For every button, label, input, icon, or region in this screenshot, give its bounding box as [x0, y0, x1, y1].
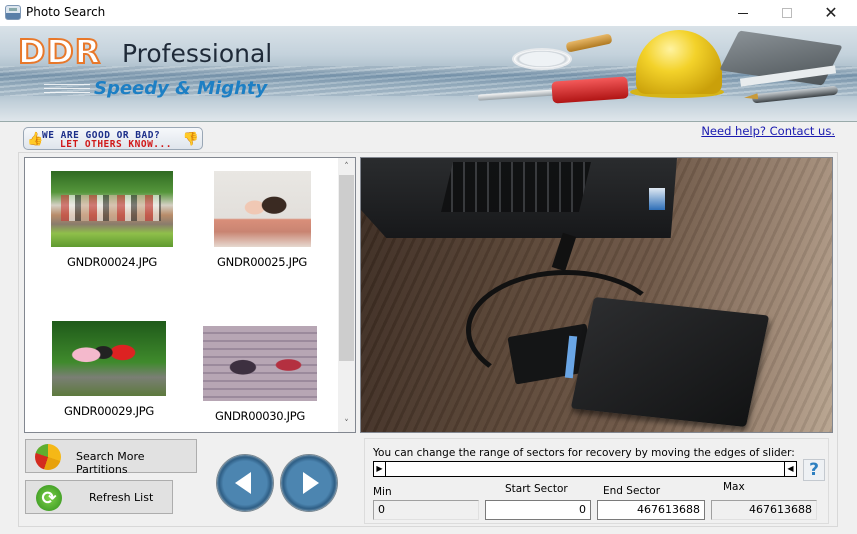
max-sector-field: 467613688	[711, 500, 817, 520]
question-mark-icon: ?	[809, 460, 819, 480]
magnifier-icon	[512, 48, 572, 70]
title-bar: Photo Search ✕	[0, 0, 857, 26]
main-panel: 👍 WE ARE GOOD OR BAD? LET OTHERS KNOW...…	[0, 122, 857, 534]
tagline: Speedy & Mighty	[94, 78, 268, 99]
header-banner: DDR Professional Speedy & Mighty	[0, 26, 857, 122]
feedback-line-2: LET OTHERS KNOW...	[60, 139, 172, 150]
minimize-button[interactable]	[720, 0, 766, 26]
refresh-list-label: Refresh List	[89, 491, 154, 504]
close-button[interactable]: ✕	[808, 0, 854, 26]
arrow-left-icon	[235, 472, 251, 494]
start-sector-label: Start Sector	[505, 483, 568, 495]
search-more-partitions-button[interactable]: Search More Partitions	[25, 439, 197, 476]
thumbnail-image	[213, 171, 311, 247]
thumbnail-image	[203, 326, 317, 401]
photo-preview	[360, 157, 833, 433]
tagline-speed-lines	[44, 84, 90, 94]
preview-keyboard	[441, 162, 591, 212]
search-more-partitions-label: Search More Partitions	[76, 450, 145, 476]
app-icon	[5, 5, 21, 20]
thumbnail-list[interactable]: GNDR00024.JPG GNDR00025.JPG GNDR00029.JP…	[24, 157, 356, 433]
refresh-list-button[interactable]: ⟳ Refresh List	[25, 480, 173, 514]
preview-sticker	[649, 188, 665, 210]
brand-logo: DDR	[17, 31, 102, 72]
thumbnail-image	[51, 171, 173, 247]
thumbnail-item[interactable]: GNDR00024.JPG	[42, 171, 182, 269]
sector-range-hint: You can change the range of sectors for …	[373, 447, 795, 459]
min-label: Min	[373, 486, 392, 498]
chevron-up-icon: ˄	[344, 161, 349, 172]
thumbnail-item[interactable]: GNDR00030.JPG	[190, 326, 330, 423]
feedback-button[interactable]: 👍 WE ARE GOOD OR BAD? LET OTHERS KNOW...…	[23, 127, 203, 150]
scroll-thumb[interactable]	[339, 175, 354, 361]
minimize-icon	[738, 12, 748, 14]
thumbnail-filename: GNDR00030.JPG	[215, 409, 305, 423]
thumbs-up-icon: 👍	[27, 131, 44, 146]
start-sector-input[interactable]: 0	[485, 500, 591, 520]
sector-range-group: You can change the range of sectors for …	[364, 438, 829, 524]
max-label: Max	[723, 481, 745, 493]
thumbnail-item[interactable]: GNDR00029.JPG	[39, 321, 179, 418]
thumbnail-image	[52, 321, 166, 396]
thumbnail-scrollbar[interactable]: ˄ ˅	[338, 158, 355, 432]
help-button[interactable]: ?	[803, 459, 825, 481]
arrow-right-icon	[303, 472, 319, 494]
preview-hard-drive	[570, 297, 770, 427]
product-name: Professional	[122, 39, 273, 68]
window-title: Photo Search	[26, 5, 106, 19]
chevron-down-icon: ˅	[344, 418, 349, 429]
hard-hat-icon	[636, 30, 722, 94]
previous-photo-button[interactable]	[217, 455, 273, 511]
end-sector-input[interactable]: 467613688	[597, 500, 705, 520]
thumbnail-item[interactable]: GNDR00025.JPG	[192, 171, 332, 269]
slider-start-handle[interactable]: ▶	[374, 462, 386, 476]
magnifier-handle-icon	[565, 33, 613, 53]
maximize-button[interactable]	[764, 0, 810, 26]
preview-laptop	[361, 158, 677, 238]
scroll-down-button[interactable]: ˅	[338, 415, 355, 432]
screwdriver-icon	[551, 76, 629, 104]
maximize-icon	[782, 8, 792, 18]
contact-help-link[interactable]: Need help? Contact us.	[701, 124, 835, 138]
thumbnail-filename: GNDR00025.JPG	[217, 255, 307, 269]
scroll-up-button[interactable]: ˄	[338, 158, 355, 175]
end-sector-label: End Sector	[603, 485, 661, 497]
next-photo-button[interactable]	[281, 455, 337, 511]
pie-chart-icon	[35, 444, 61, 470]
refresh-icon: ⟳	[36, 485, 62, 511]
close-icon: ✕	[824, 3, 838, 22]
min-sector-field: 0	[373, 500, 479, 520]
slider-end-handle[interactable]: ◀	[784, 462, 796, 476]
sector-range-slider[interactable]: ▶ ◀	[373, 461, 797, 477]
thumbnail-filename: GNDR00024.JPG	[67, 255, 157, 269]
thumbs-down-icon: 👎	[182, 131, 199, 146]
thumbnail-filename: GNDR00029.JPG	[64, 404, 154, 418]
